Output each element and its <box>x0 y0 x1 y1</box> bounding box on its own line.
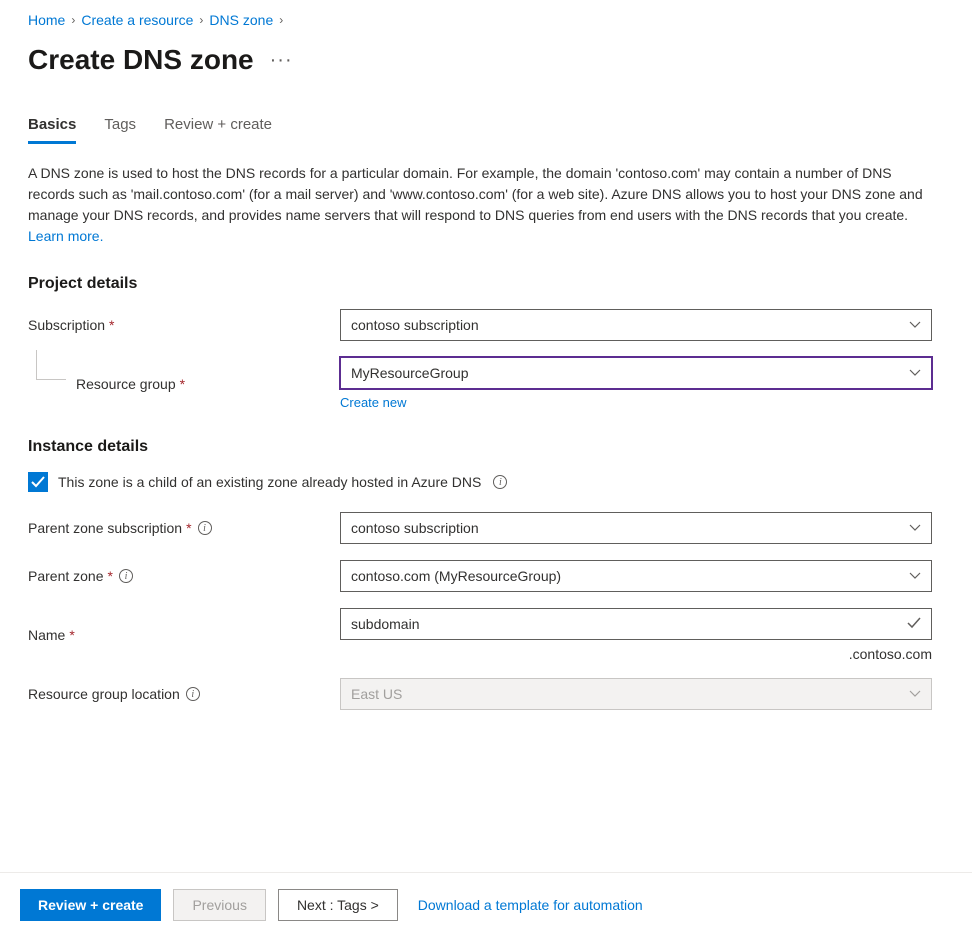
description-text: A DNS zone is used to host the DNS recor… <box>28 163 938 247</box>
chevron-down-icon <box>909 524 921 532</box>
parent-zone-label: Parent zone * i <box>28 568 340 584</box>
tabs: Basics Tags Review + create <box>28 116 944 145</box>
required-indicator: * <box>180 376 185 392</box>
checkmark-icon <box>907 616 921 632</box>
info-icon[interactable]: i <box>119 569 133 583</box>
chevron-down-icon <box>909 690 921 698</box>
chevron-right-icon: › <box>279 13 283 27</box>
chevron-down-icon <box>909 369 921 377</box>
footer: Review + create Previous Next : Tags > D… <box>0 872 972 937</box>
learn-more-link[interactable]: Learn more. <box>28 228 103 244</box>
download-template-link[interactable]: Download a template for automation <box>418 897 643 913</box>
info-icon[interactable]: i <box>493 475 507 489</box>
breadcrumb-home[interactable]: Home <box>28 12 65 28</box>
instance-details-heading: Instance details <box>28 438 944 456</box>
breadcrumb: Home › Create a resource › DNS zone › <box>28 12 944 28</box>
chevron-right-icon: › <box>71 13 75 27</box>
tab-tags[interactable]: Tags <box>104 116 136 144</box>
required-indicator: * <box>186 520 191 536</box>
page-title: Create DNS zone <box>28 44 254 76</box>
project-details-heading: Project details <box>28 275 944 293</box>
next-button[interactable]: Next : Tags > <box>278 889 398 921</box>
chevron-right-icon: › <box>199 13 203 27</box>
subscription-select[interactable]: contoso subscription <box>340 309 932 341</box>
name-label: Name * <box>28 627 340 643</box>
info-icon[interactable]: i <box>198 521 212 535</box>
chevron-down-icon <box>909 321 921 329</box>
subscription-label: Subscription * <box>28 317 340 333</box>
more-options-icon[interactable]: ··· <box>270 49 293 72</box>
location-select: East US <box>340 678 932 710</box>
chevron-down-icon <box>909 572 921 580</box>
tab-review-create[interactable]: Review + create <box>164 116 272 144</box>
location-label: Resource group location i <box>28 686 340 702</box>
resource-group-select[interactable]: MyResourceGroup <box>340 357 932 389</box>
child-zone-checkbox[interactable] <box>28 472 48 492</box>
tab-basics[interactable]: Basics <box>28 116 76 144</box>
name-suffix: .contoso.com <box>340 646 932 662</box>
parent-subscription-label: Parent zone subscription * i <box>28 520 340 536</box>
breadcrumb-create-resource[interactable]: Create a resource <box>81 12 193 28</box>
previous-button: Previous <box>173 889 265 921</box>
tree-connector-icon <box>36 350 66 380</box>
review-create-button[interactable]: Review + create <box>20 889 161 921</box>
name-input[interactable]: subdomain <box>340 608 932 640</box>
required-indicator: * <box>108 568 113 584</box>
required-indicator: * <box>109 317 114 333</box>
resource-group-label: Resource group * <box>28 376 340 392</box>
required-indicator: * <box>69 627 74 643</box>
create-new-link[interactable]: Create new <box>340 395 406 410</box>
child-zone-label: This zone is a child of an existing zone… <box>58 474 481 490</box>
parent-subscription-select[interactable]: contoso subscription <box>340 512 932 544</box>
breadcrumb-dns-zone[interactable]: DNS zone <box>209 12 273 28</box>
info-icon[interactable]: i <box>186 687 200 701</box>
parent-zone-select[interactable]: contoso.com (MyResourceGroup) <box>340 560 932 592</box>
